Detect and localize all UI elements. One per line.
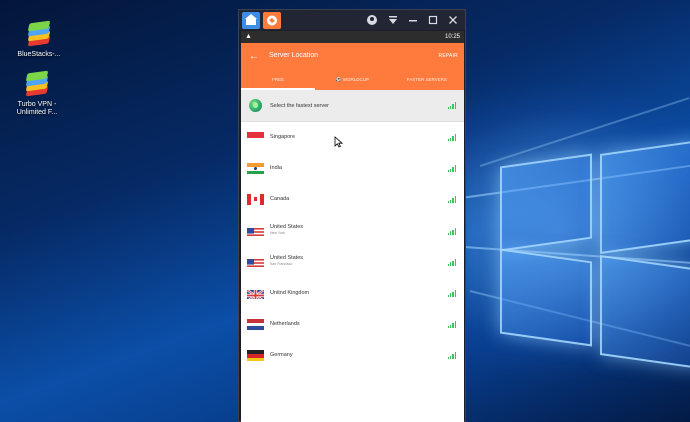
soccer-ball-icon: ⚽ (335, 77, 342, 82)
server-row-united-states-new-york[interactable]: United States New York (241, 216, 464, 247)
status-bar: ▲ 10:25 (241, 31, 464, 43)
emulator-window: ▲ 10:25 ← Server Location REPAIR FREE ⚽ … (238, 9, 466, 422)
fastest-server-row[interactable]: Select the fastest server (241, 90, 464, 122)
tab-faster-servers[interactable]: FASTER SERVERS (390, 70, 464, 90)
tab-bar: FREE ⚽ WORLDCUP FASTER SERVERS (241, 70, 464, 90)
tab-free[interactable]: FREE (241, 70, 316, 90)
signal-icon (448, 134, 456, 141)
menu-dropdown-icon[interactable] (387, 14, 399, 26)
flag-germany-icon (247, 350, 264, 362)
server-name: India (270, 165, 282, 172)
signal-icon (448, 352, 456, 360)
flag-united-kingdom-icon (247, 288, 264, 299)
signal-icon (448, 289, 456, 297)
repair-button[interactable]: REPAIR (439, 53, 458, 59)
server-row-germany[interactable]: Germany (241, 340, 464, 371)
flag-united-states-icon (247, 226, 264, 237)
tab-label: FREE (272, 77, 285, 82)
desktop-icon-label: Turbo VPN - (17, 101, 57, 108)
home-tab-icon[interactable] (242, 12, 260, 29)
back-arrow-icon[interactable]: ← (249, 51, 259, 62)
windows-logo (500, 139, 690, 380)
flag-singapore-icon (247, 132, 264, 143)
server-row-netherlands[interactable]: Netherlands (241, 309, 464, 340)
signal-icon (448, 196, 456, 204)
signal-icon (448, 258, 456, 266)
maximize-icon[interactable] (427, 14, 439, 26)
desktop-icon-bluestacks[interactable]: BlueStacks-... (8, 20, 70, 59)
globe-icon (249, 99, 262, 112)
desktop-icon-label: Unlimited F... (16, 109, 58, 116)
server-name: Unitnd Kingdom (270, 289, 310, 296)
server-name: United States (270, 223, 304, 230)
server-row-singapore[interactable]: Singapore (241, 122, 464, 153)
turbo-vpn-icon (24, 70, 50, 97)
account-icon[interactable] (366, 14, 378, 26)
status-time: 10:25 (444, 34, 460, 40)
close-icon[interactable] (447, 14, 459, 26)
server-row-canada[interactable]: Canada (241, 184, 464, 215)
signal-icon (448, 165, 456, 173)
signal-icon (448, 227, 456, 235)
tab-label: FASTER SERVERS (406, 77, 447, 82)
signal-icon (448, 321, 456, 329)
fastest-server-label: Select the fastest server (270, 103, 329, 109)
mouse-cursor-icon (334, 136, 343, 148)
minimize-icon[interactable] (407, 14, 419, 26)
warning-icon: ▲ (245, 33, 252, 40)
server-city: New York (270, 230, 285, 235)
server-name: Canada (270, 196, 290, 203)
server-row-india[interactable]: India (241, 153, 464, 184)
desktop-icon-label: BlueStacks-... (17, 51, 61, 58)
emulator-titlebar (239, 10, 465, 30)
server-name: United States (270, 254, 304, 261)
server-city: San Francisco (270, 261, 293, 266)
flag-india-icon (247, 163, 264, 175)
server-name: Germany (270, 352, 293, 359)
app-header: ← Server Location REPAIR FREE ⚽ WORLDCUP… (241, 43, 464, 90)
server-name: Singapore (270, 134, 296, 140)
desktop-icon-turbo-vpn[interactable]: Turbo VPN - Unlimited F... (6, 70, 68, 117)
turbo-vpn-tab-icon[interactable] (263, 12, 281, 29)
tab-label: WORLDCUP (342, 77, 370, 82)
bluestacks-icon (26, 20, 52, 47)
signal-icon (448, 102, 456, 109)
page-title: Server Location (269, 52, 319, 59)
tab-worldcup[interactable]: ⚽ WORLDCUP (315, 70, 389, 90)
flag-netherlands-icon (247, 319, 264, 331)
server-row-united-states-san-francisco[interactable]: United States San Francisco (241, 247, 464, 278)
android-screen: ▲ 10:25 ← Server Location REPAIR FREE ⚽ … (241, 31, 464, 422)
flag-canada-icon (247, 194, 264, 206)
server-row-united-kingdom[interactable]: Unitnd Kingdom (241, 278, 464, 309)
flag-united-states-icon (247, 257, 264, 268)
server-name: Netherlands (270, 321, 300, 328)
